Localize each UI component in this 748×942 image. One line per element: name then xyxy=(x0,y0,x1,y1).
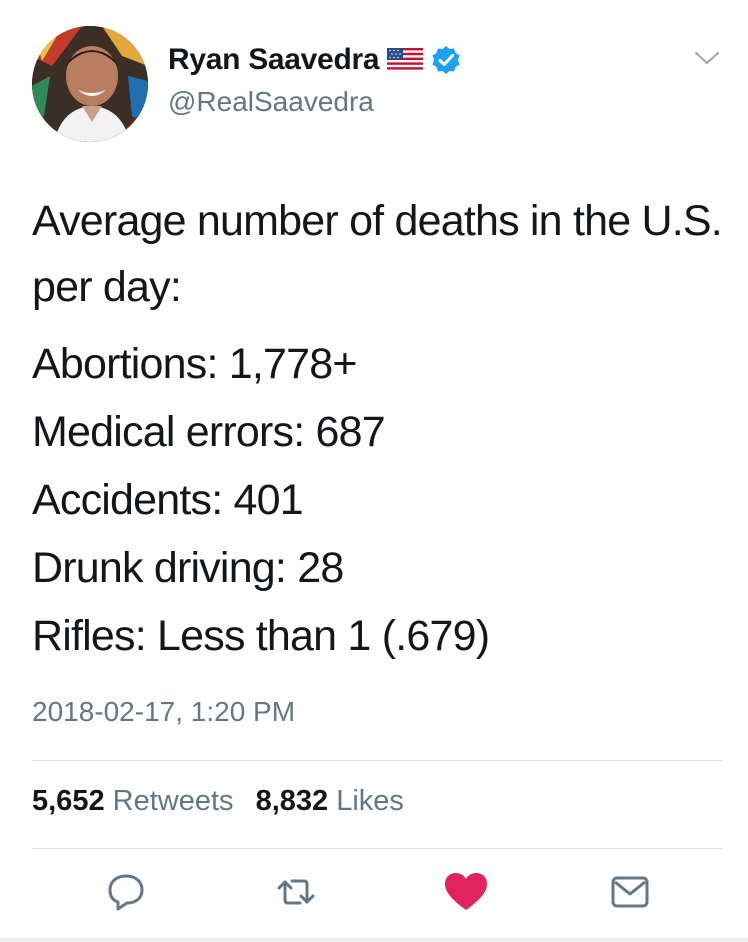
us-flag-icon xyxy=(387,48,424,72)
tweet-timestamp[interactable]: 2018-02-17, 1:20 PM xyxy=(32,696,295,728)
bottom-border xyxy=(0,938,748,942)
reply-icon xyxy=(108,874,144,911)
author-name[interactable]: Ryan Saavedra xyxy=(168,43,380,77)
likes-count: 8,832 xyxy=(255,785,329,817)
stats-list: Abortions: 1,778+ Medical errors: 687 Ac… xyxy=(32,330,722,670)
chevron-down-icon[interactable] xyxy=(692,48,722,68)
direct-message-button[interactable] xyxy=(604,866,656,918)
author-handle[interactable]: @RealSaavedra xyxy=(168,86,374,118)
tweet-text: Average number of deaths in the U.S. per… xyxy=(32,188,723,670)
reply-button[interactable] xyxy=(100,866,152,918)
divider xyxy=(32,848,722,849)
like-button[interactable] xyxy=(440,866,492,918)
engagement-counts: 5,652 Retweets 8,832 Likes xyxy=(32,785,404,818)
avatar[interactable] xyxy=(32,26,148,142)
stat-line-drunk-driving: Drunk driving: 28 xyxy=(32,544,344,592)
retweet-icon xyxy=(277,879,315,905)
tweet-header: Ryan Saavedra @RealSaavedra xyxy=(32,26,732,146)
stat-line-accidents: Accidents: 401 xyxy=(32,476,304,524)
stat-line-rifles: Rifles: Less than 1 (.679) xyxy=(32,612,490,660)
action-bar xyxy=(32,866,722,922)
verified-badge-icon xyxy=(432,46,460,74)
direct-message-icon xyxy=(611,876,649,908)
like-heart-icon xyxy=(445,873,487,910)
author-name-row: Ryan Saavedra xyxy=(168,40,461,80)
retweets-label: Retweets xyxy=(112,785,234,817)
divider xyxy=(32,760,722,761)
retweets-count: 5,652 xyxy=(32,785,105,817)
likes-stat[interactable]: 8,832 Likes xyxy=(256,785,404,817)
stat-line-abortions: Abortions: 1,778+ xyxy=(32,340,357,388)
retweets-stat[interactable]: 5,652 Retweets xyxy=(32,785,234,817)
stat-line-medical-errors: Medical errors: 687 xyxy=(32,408,386,456)
likes-label: Likes xyxy=(336,785,404,817)
retweet-button[interactable] xyxy=(270,866,322,918)
tweet-intro: Average number of deaths in the U.S. per… xyxy=(32,197,723,311)
